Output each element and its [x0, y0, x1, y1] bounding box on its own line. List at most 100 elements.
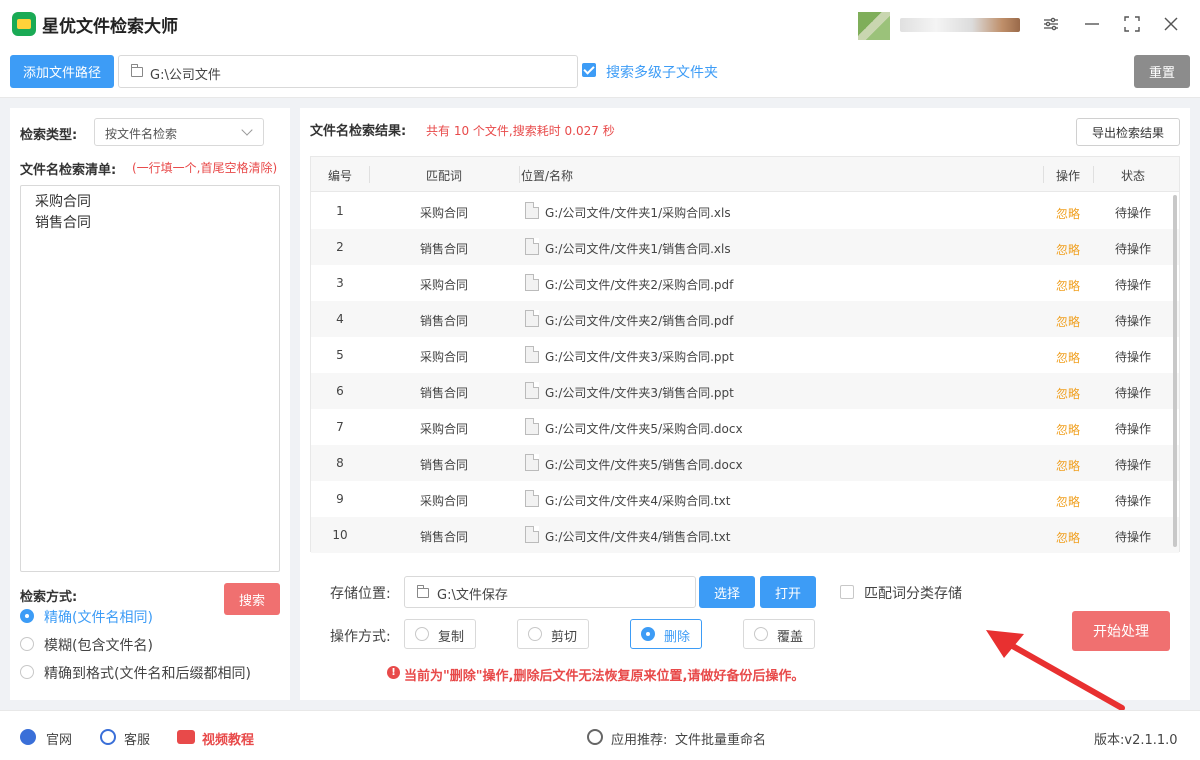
- row-status: 待操作: [1114, 422, 1151, 436]
- table-row[interactable]: 4 销售合同 G:/公司文件/文件夹2/销售合同.pdf 忽略 待操作: [311, 301, 1179, 337]
- support-icon: [100, 729, 116, 745]
- storage-path-input[interactable]: G:\文件保存: [404, 576, 696, 608]
- row-number: 9: [336, 492, 344, 506]
- ignore-link[interactable]: 忽略: [1043, 529, 1093, 546]
- row-path: G:/公司文件/文件夹3/采购合同.ppt: [545, 350, 734, 364]
- table-row[interactable]: 7 采购合同 G:/公司文件/文件夹5/采购合同.docx 忽略 待操作: [311, 409, 1179, 445]
- row-status: 待操作: [1114, 350, 1151, 364]
- table-row[interactable]: 5 采购合同 G:/公司文件/文件夹3/采购合同.ppt 忽略 待操作: [311, 337, 1179, 373]
- support-link[interactable]: 客服: [124, 729, 150, 748]
- row-number: 10: [332, 528, 348, 542]
- folder-icon: [417, 585, 429, 598]
- col-operation: 操作: [1056, 169, 1081, 183]
- row-keyword: 采购合同: [419, 206, 468, 220]
- ignore-link[interactable]: 忽略: [1043, 457, 1093, 474]
- op-cut-label: 剪切: [551, 630, 578, 645]
- row-path: G:/公司文件/文件夹1/销售合同.xls: [545, 242, 731, 256]
- file-icon: [525, 274, 539, 291]
- mode-format-label[interactable]: 精确到格式(文件名和后缀都相同): [44, 663, 251, 683]
- classify-checkbox[interactable]: [840, 585, 854, 599]
- warning-icon: !: [387, 666, 400, 679]
- settings-icon[interactable]: [1037, 10, 1065, 38]
- footer: 官网 客服 视频教程 应用推荐: 文件批量重命名 版本:v2.1.1.0: [0, 710, 1200, 760]
- open-folder-button[interactable]: 打开: [760, 576, 816, 608]
- search-type-select[interactable]: 按文件名检索: [94, 118, 264, 146]
- op-delete-option[interactable]: 删除: [630, 619, 702, 649]
- website-link[interactable]: 官网: [46, 729, 72, 748]
- row-number: 5: [336, 348, 344, 362]
- row-path: G:/公司文件/文件夹2/销售合同.pdf: [545, 314, 734, 328]
- ignore-link[interactable]: 忽略: [1043, 385, 1093, 402]
- table-row[interactable]: 1 采购合同 G:/公司文件/文件夹1/采购合同.xls 忽略 待操作: [311, 193, 1179, 229]
- classify-label[interactable]: 匹配词分类存储: [864, 583, 962, 603]
- table-row[interactable]: 2 销售合同 G:/公司文件/文件夹1/销售合同.xls 忽略 待操作: [311, 229, 1179, 265]
- ignore-link[interactable]: 忽略: [1043, 493, 1093, 510]
- list-label: 文件名检索清单:: [20, 163, 117, 178]
- op-delete-radio[interactable]: [641, 627, 655, 641]
- mode-fuzzy-label[interactable]: 模糊(包含文件名): [44, 635, 153, 655]
- table-header: 编号 匹配词 位置/名称 操作 状态: [311, 157, 1179, 192]
- export-results-button[interactable]: 导出检索结果: [1076, 118, 1180, 146]
- ignore-link[interactable]: 忽略: [1043, 421, 1093, 438]
- table-scrollbar[interactable]: [1173, 195, 1177, 547]
- list-item: 采购合同: [35, 194, 91, 210]
- op-copy-label: 复制: [438, 630, 465, 645]
- row-status: 待操作: [1114, 458, 1151, 472]
- op-overwrite-option[interactable]: 覆盖: [743, 619, 815, 649]
- row-status: 待操作: [1114, 314, 1151, 328]
- row-status: 待操作: [1114, 206, 1151, 220]
- row-number: 2: [336, 240, 344, 254]
- op-overwrite-radio[interactable]: [754, 627, 768, 641]
- link-icon: [587, 729, 603, 745]
- select-folder-button[interactable]: 选择: [699, 576, 755, 608]
- row-keyword: 采购合同: [419, 278, 468, 292]
- annotation-arrow: [986, 630, 1125, 711]
- add-path-button[interactable]: 添加文件路径: [10, 55, 114, 88]
- row-path: G:/公司文件/文件夹1/采购合同.xls: [545, 206, 731, 220]
- maximize-icon[interactable]: [1118, 10, 1146, 38]
- table-row[interactable]: 3 采购合同 G:/公司文件/文件夹2/采购合同.pdf 忽略 待操作: [311, 265, 1179, 301]
- table-row[interactable]: 6 销售合同 G:/公司文件/文件夹3/销售合同.ppt 忽略 待操作: [311, 373, 1179, 409]
- ignore-link[interactable]: 忽略: [1043, 241, 1093, 258]
- op-copy-radio[interactable]: [415, 627, 429, 641]
- row-path: G:/公司文件/文件夹2/采购合同.pdf: [545, 278, 734, 292]
- table-row[interactable]: 8 销售合同 G:/公司文件/文件夹5/销售合同.docx 忽略 待操作: [311, 445, 1179, 481]
- storage-label: 存储位置:: [330, 586, 391, 602]
- minimize-icon[interactable]: [1078, 10, 1106, 38]
- col-divider: [1093, 166, 1094, 183]
- mode-fuzzy-radio[interactable]: [20, 637, 34, 651]
- mode-exact-radio[interactable]: [20, 609, 34, 623]
- file-icon: [525, 238, 539, 255]
- file-icon: [525, 346, 539, 363]
- path-input[interactable]: G:\公司文件: [118, 55, 578, 88]
- row-number: 1: [336, 204, 344, 218]
- ignore-link[interactable]: 忽略: [1043, 205, 1093, 222]
- delete-warning: 当前为"删除"操作,删除后文件无法恢复原来位置,请做好备份后操作。: [404, 669, 805, 684]
- reset-button[interactable]: 重置: [1134, 55, 1190, 88]
- recommend-link[interactable]: 文件批量重命名: [675, 729, 766, 748]
- ignore-link[interactable]: 忽略: [1043, 349, 1093, 366]
- op-copy-option[interactable]: 复制: [404, 619, 476, 649]
- table-row[interactable]: 9 采购合同 G:/公司文件/文件夹4/采购合同.txt 忽略 待操作: [311, 481, 1179, 517]
- subfolder-checkbox[interactable]: [582, 63, 596, 77]
- table-row[interactable]: 10 销售合同 G:/公司文件/文件夹4/销售合同.txt 忽略 待操作: [311, 517, 1179, 553]
- video-tutorial-link[interactable]: 视频教程: [202, 729, 254, 748]
- search-config-panel: 检索类型: 按文件名检索 文件名检索清单: (一行填一个,首尾空格清除) 采购合…: [10, 108, 290, 700]
- search-list-textarea[interactable]: 采购合同 销售合同: [20, 185, 280, 572]
- mode-format-radio[interactable]: [20, 665, 34, 679]
- row-keyword: 采购合同: [419, 494, 468, 508]
- search-type-label: 检索类型:: [20, 128, 78, 143]
- search-button[interactable]: 搜索: [224, 583, 280, 615]
- file-icon: [525, 310, 539, 327]
- ignore-link[interactable]: 忽略: [1043, 313, 1093, 330]
- ignore-link[interactable]: 忽略: [1043, 277, 1093, 294]
- user-avatar[interactable]: [858, 12, 890, 40]
- op-cut-radio[interactable]: [528, 627, 542, 641]
- storage-path-value: G:\文件保存: [437, 588, 508, 603]
- row-number: 3: [336, 276, 344, 290]
- mode-exact-label[interactable]: 精确(文件名相同): [44, 607, 153, 627]
- row-number: 4: [336, 312, 344, 326]
- close-icon[interactable]: [1157, 10, 1185, 38]
- op-cut-option[interactable]: 剪切: [517, 619, 589, 649]
- subfolder-label[interactable]: 搜索多级子文件夹: [606, 62, 718, 82]
